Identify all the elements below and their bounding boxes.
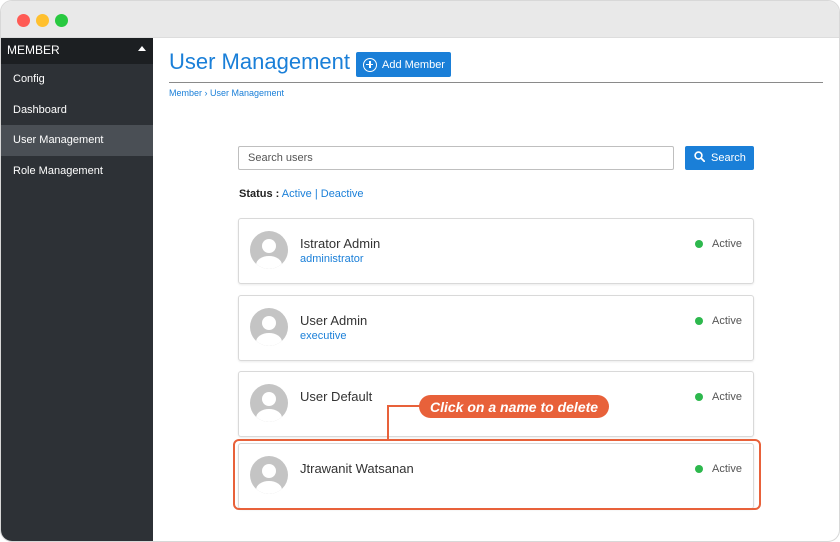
search-button[interactable]: Search <box>685 146 754 170</box>
maximize-window-button[interactable] <box>55 14 68 27</box>
user-card[interactable]: User Admin executive Active <box>238 295 754 361</box>
status-text: Active <box>712 391 742 403</box>
close-window-button[interactable] <box>17 14 30 27</box>
status-filter-active-link[interactable]: Active <box>282 188 312 200</box>
status-text: Active <box>712 238 742 250</box>
sidebar-item-label: Role Management <box>13 165 103 177</box>
status-badge: Active <box>695 238 742 250</box>
status-badge: Active <box>695 315 742 327</box>
caret-up-icon <box>138 46 146 51</box>
search-button-label: Search <box>711 152 746 164</box>
app-window: MEMBER Config Dashboard User Management … <box>0 0 840 542</box>
user-silhouette-icon <box>256 392 282 422</box>
minimize-window-button[interactable] <box>36 14 49 27</box>
avatar <box>250 231 288 269</box>
status-filter: Status : Active | Deactive <box>239 188 364 200</box>
status-dot-icon <box>695 317 704 325</box>
search-input[interactable] <box>238 146 674 170</box>
user-name[interactable]: Istrator Admin <box>300 236 380 251</box>
add-member-button[interactable]: Add Member <box>356 52 451 77</box>
window-titlebar <box>1 1 839 38</box>
sidebar-item-label: Dashboard <box>13 104 67 116</box>
sidebar-item-label: Config <box>13 73 45 85</box>
page-title: User Management <box>169 49 350 74</box>
breadcrumb[interactable]: Member › User Management <box>169 88 284 98</box>
sidebar-item-label: User Management <box>13 134 104 146</box>
status-dot-icon <box>695 393 704 401</box>
sidebar-header-member[interactable]: MEMBER <box>1 38 153 64</box>
sidebar-item-user-management[interactable]: User Management <box>1 125 153 156</box>
status-filter-label: Status : <box>239 188 280 200</box>
add-member-label: Add Member <box>382 58 445 71</box>
sidebar: MEMBER Config Dashboard User Management … <box>1 38 153 541</box>
status-dot-icon <box>695 240 704 248</box>
callout-label: Click on a name to delete <box>419 395 610 418</box>
user-role: administrator <box>300 253 364 265</box>
search-icon <box>694 151 706 165</box>
user-role: executive <box>300 330 347 342</box>
sidebar-item-dashboard[interactable]: Dashboard <box>1 95 153 126</box>
status-filter-deactive-link[interactable]: Deactive <box>321 188 364 200</box>
callout-connector <box>387 405 421 407</box>
sidebar-header-label: MEMBER <box>7 43 60 57</box>
avatar <box>250 384 288 422</box>
user-name[interactable]: User Default <box>300 389 372 404</box>
title-divider <box>169 82 823 83</box>
callout-connector <box>387 405 389 439</box>
user-silhouette-icon <box>256 239 282 269</box>
user-card[interactable]: Istrator Admin administrator Active <box>238 218 754 284</box>
status-filter-separator: | <box>314 188 318 200</box>
sidebar-item-role-management[interactable]: Role Management <box>1 156 153 187</box>
callout-highlight-box <box>233 439 761 510</box>
status-text: Active <box>712 315 742 327</box>
plus-circle-icon <box>363 57 377 72</box>
sidebar-item-config[interactable]: Config <box>1 64 153 95</box>
user-name[interactable]: User Admin <box>300 313 367 328</box>
status-badge: Active <box>695 391 742 403</box>
user-silhouette-icon <box>256 316 282 346</box>
avatar <box>250 308 288 346</box>
